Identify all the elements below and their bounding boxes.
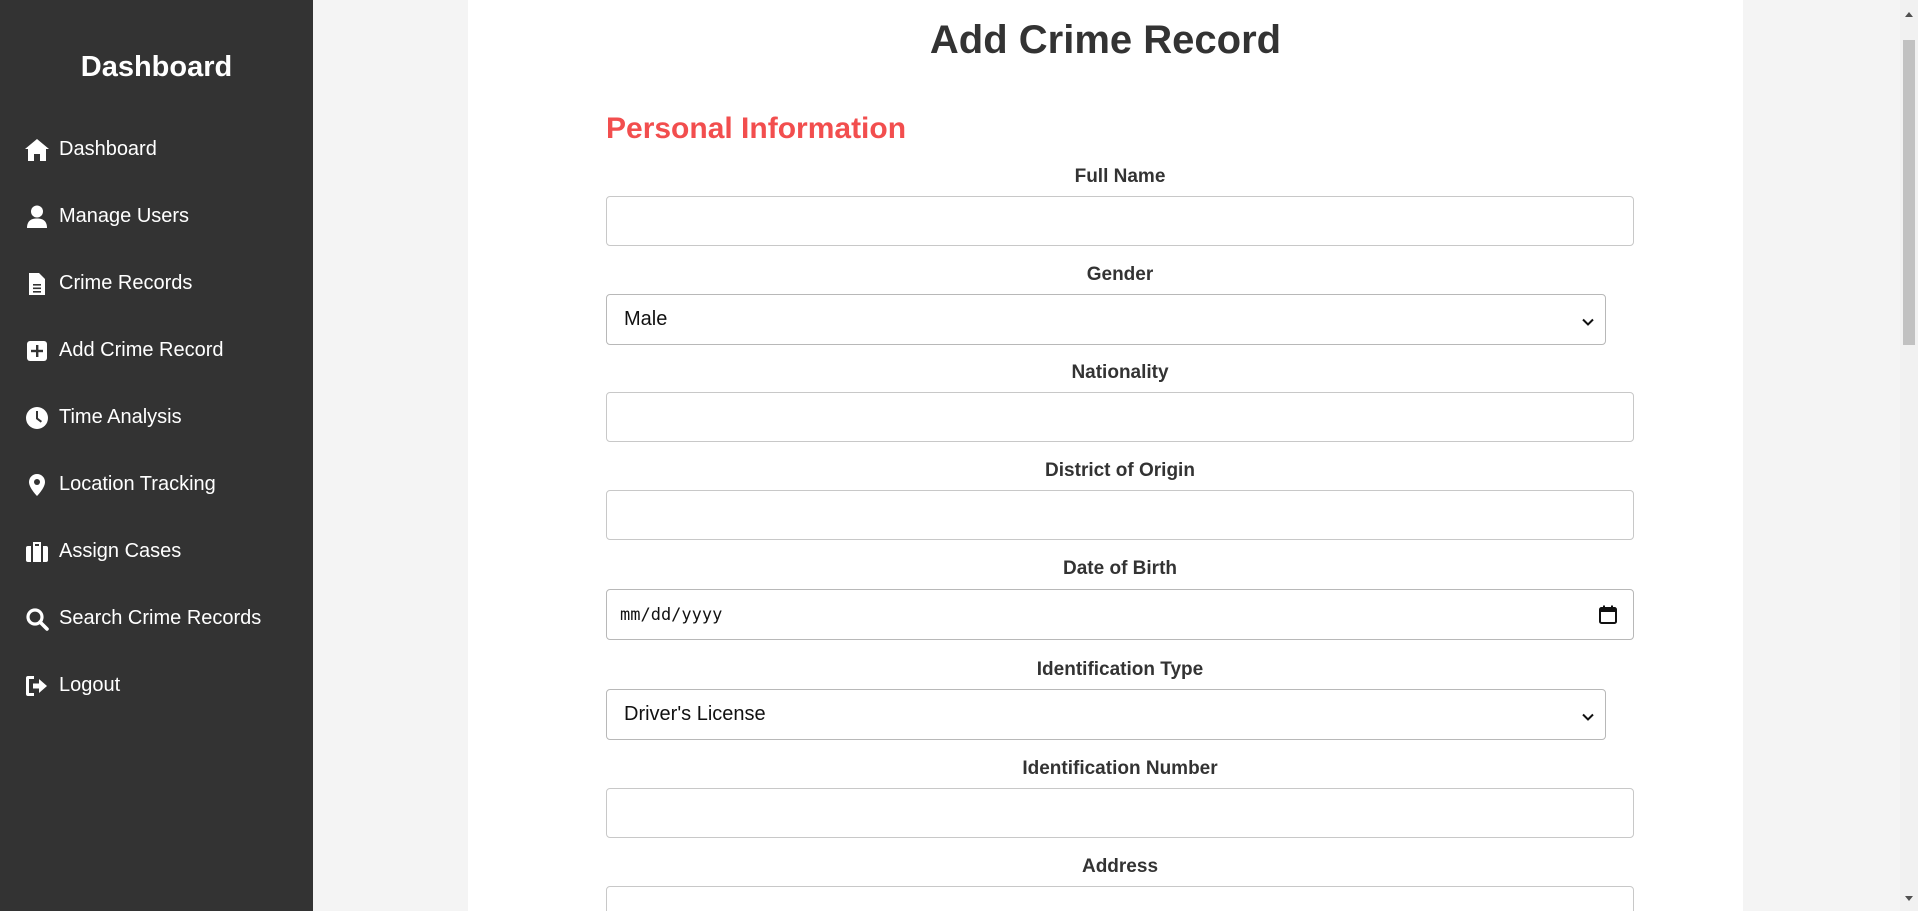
sidebar-item-label: Manage Users <box>59 205 190 227</box>
identification-type-label: Identification Type <box>1036 659 1204 680</box>
sidebar-item-label: Crime Records <box>59 272 193 294</box>
sidebar-item-assign-cases[interactable]: Assign Cases <box>0 518 313 585</box>
sidebar-item-location-tracking[interactable]: Location Tracking <box>0 451 313 518</box>
sidebar-item-add-crime-record[interactable]: Add Crime Record <box>0 317 313 384</box>
plus-square-icon <box>23 337 51 365</box>
sidebar-item-crime-records[interactable]: Crime Records <box>0 250 313 317</box>
address-input[interactable] <box>606 886 1634 911</box>
identification-type-value: Driver's License <box>624 703 766 725</box>
gender-label: Gender <box>1086 264 1154 285</box>
home-icon <box>23 136 51 164</box>
gender-select[interactable]: Male <box>606 294 1606 345</box>
briefcase-icon <box>23 538 51 566</box>
nationality-input[interactable] <box>606 392 1634 442</box>
chevron-down-icon <box>1581 707 1595 730</box>
date-of-birth-label: Date of Birth <box>1063 558 1177 579</box>
scrollbar-thumb[interactable] <box>1903 40 1915 345</box>
sidebar-item-label: Location Tracking <box>59 473 216 495</box>
sidebar-item-label: Assign Cases <box>59 540 182 562</box>
identification-number-label: Identification Number <box>1022 758 1218 779</box>
sidebar-title: Dashboard <box>80 51 233 83</box>
form-card: Add Crime Record Personal Information Fu… <box>468 0 1743 911</box>
user-icon <box>23 203 51 231</box>
scroll-up-arrow-icon[interactable] <box>1905 4 1913 22</box>
map-pin-icon <box>23 471 51 499</box>
sidebar-item-label: Add Crime Record <box>59 339 224 361</box>
file-icon <box>23 270 51 298</box>
full-name-input[interactable] <box>606 196 1634 246</box>
date-of-birth-input[interactable]: mm/dd/yyyy <box>606 589 1634 640</box>
sidebar-item-manage-users[interactable]: Manage Users <box>0 183 313 250</box>
sidebar-item-label: Time Analysis <box>59 406 182 428</box>
search-icon <box>23 605 51 633</box>
district-of-origin-input[interactable] <box>606 490 1634 540</box>
scroll-down-arrow-icon[interactable] <box>1905 889 1913 907</box>
sidebar-item-time-analysis[interactable]: Time Analysis <box>0 384 313 451</box>
sidebar-item-label: Logout <box>59 674 121 696</box>
district-of-origin-label: District of Origin <box>1045 460 1195 481</box>
sidebar-item-label: Dashboard <box>59 138 157 160</box>
identification-number-input[interactable] <box>606 788 1634 838</box>
date-placeholder: mm/dd/yyyy <box>620 604 723 625</box>
nationality-label: Nationality <box>1071 362 1169 383</box>
sidebar-item-label: Search Crime Records <box>59 607 262 629</box>
sidebar-nav: Dashboard Manage Users Crime Records Add… <box>0 116 313 719</box>
logout-icon <box>23 672 51 700</box>
sidebar-item-search-crime-records[interactable]: Search Crime Records <box>0 585 313 652</box>
sidebar: Dashboard Dashboard Manage Users Crime R… <box>0 0 313 911</box>
sidebar-item-logout[interactable]: Logout <box>0 652 313 719</box>
sidebar-item-dashboard[interactable]: Dashboard <box>0 116 313 183</box>
gender-select-value: Male <box>624 308 668 330</box>
section-title: Personal Information <box>606 112 907 145</box>
chevron-down-icon <box>1581 312 1595 335</box>
page-scrollbar[interactable] <box>1900 0 1918 911</box>
full-name-label: Full Name <box>1074 166 1166 187</box>
page-title: Add Crime Record <box>929 18 1282 62</box>
identification-type-select[interactable]: Driver's License <box>606 689 1606 740</box>
clock-icon <box>23 404 51 432</box>
calendar-icon[interactable] <box>1599 605 1617 629</box>
address-label: Address <box>1081 856 1159 877</box>
